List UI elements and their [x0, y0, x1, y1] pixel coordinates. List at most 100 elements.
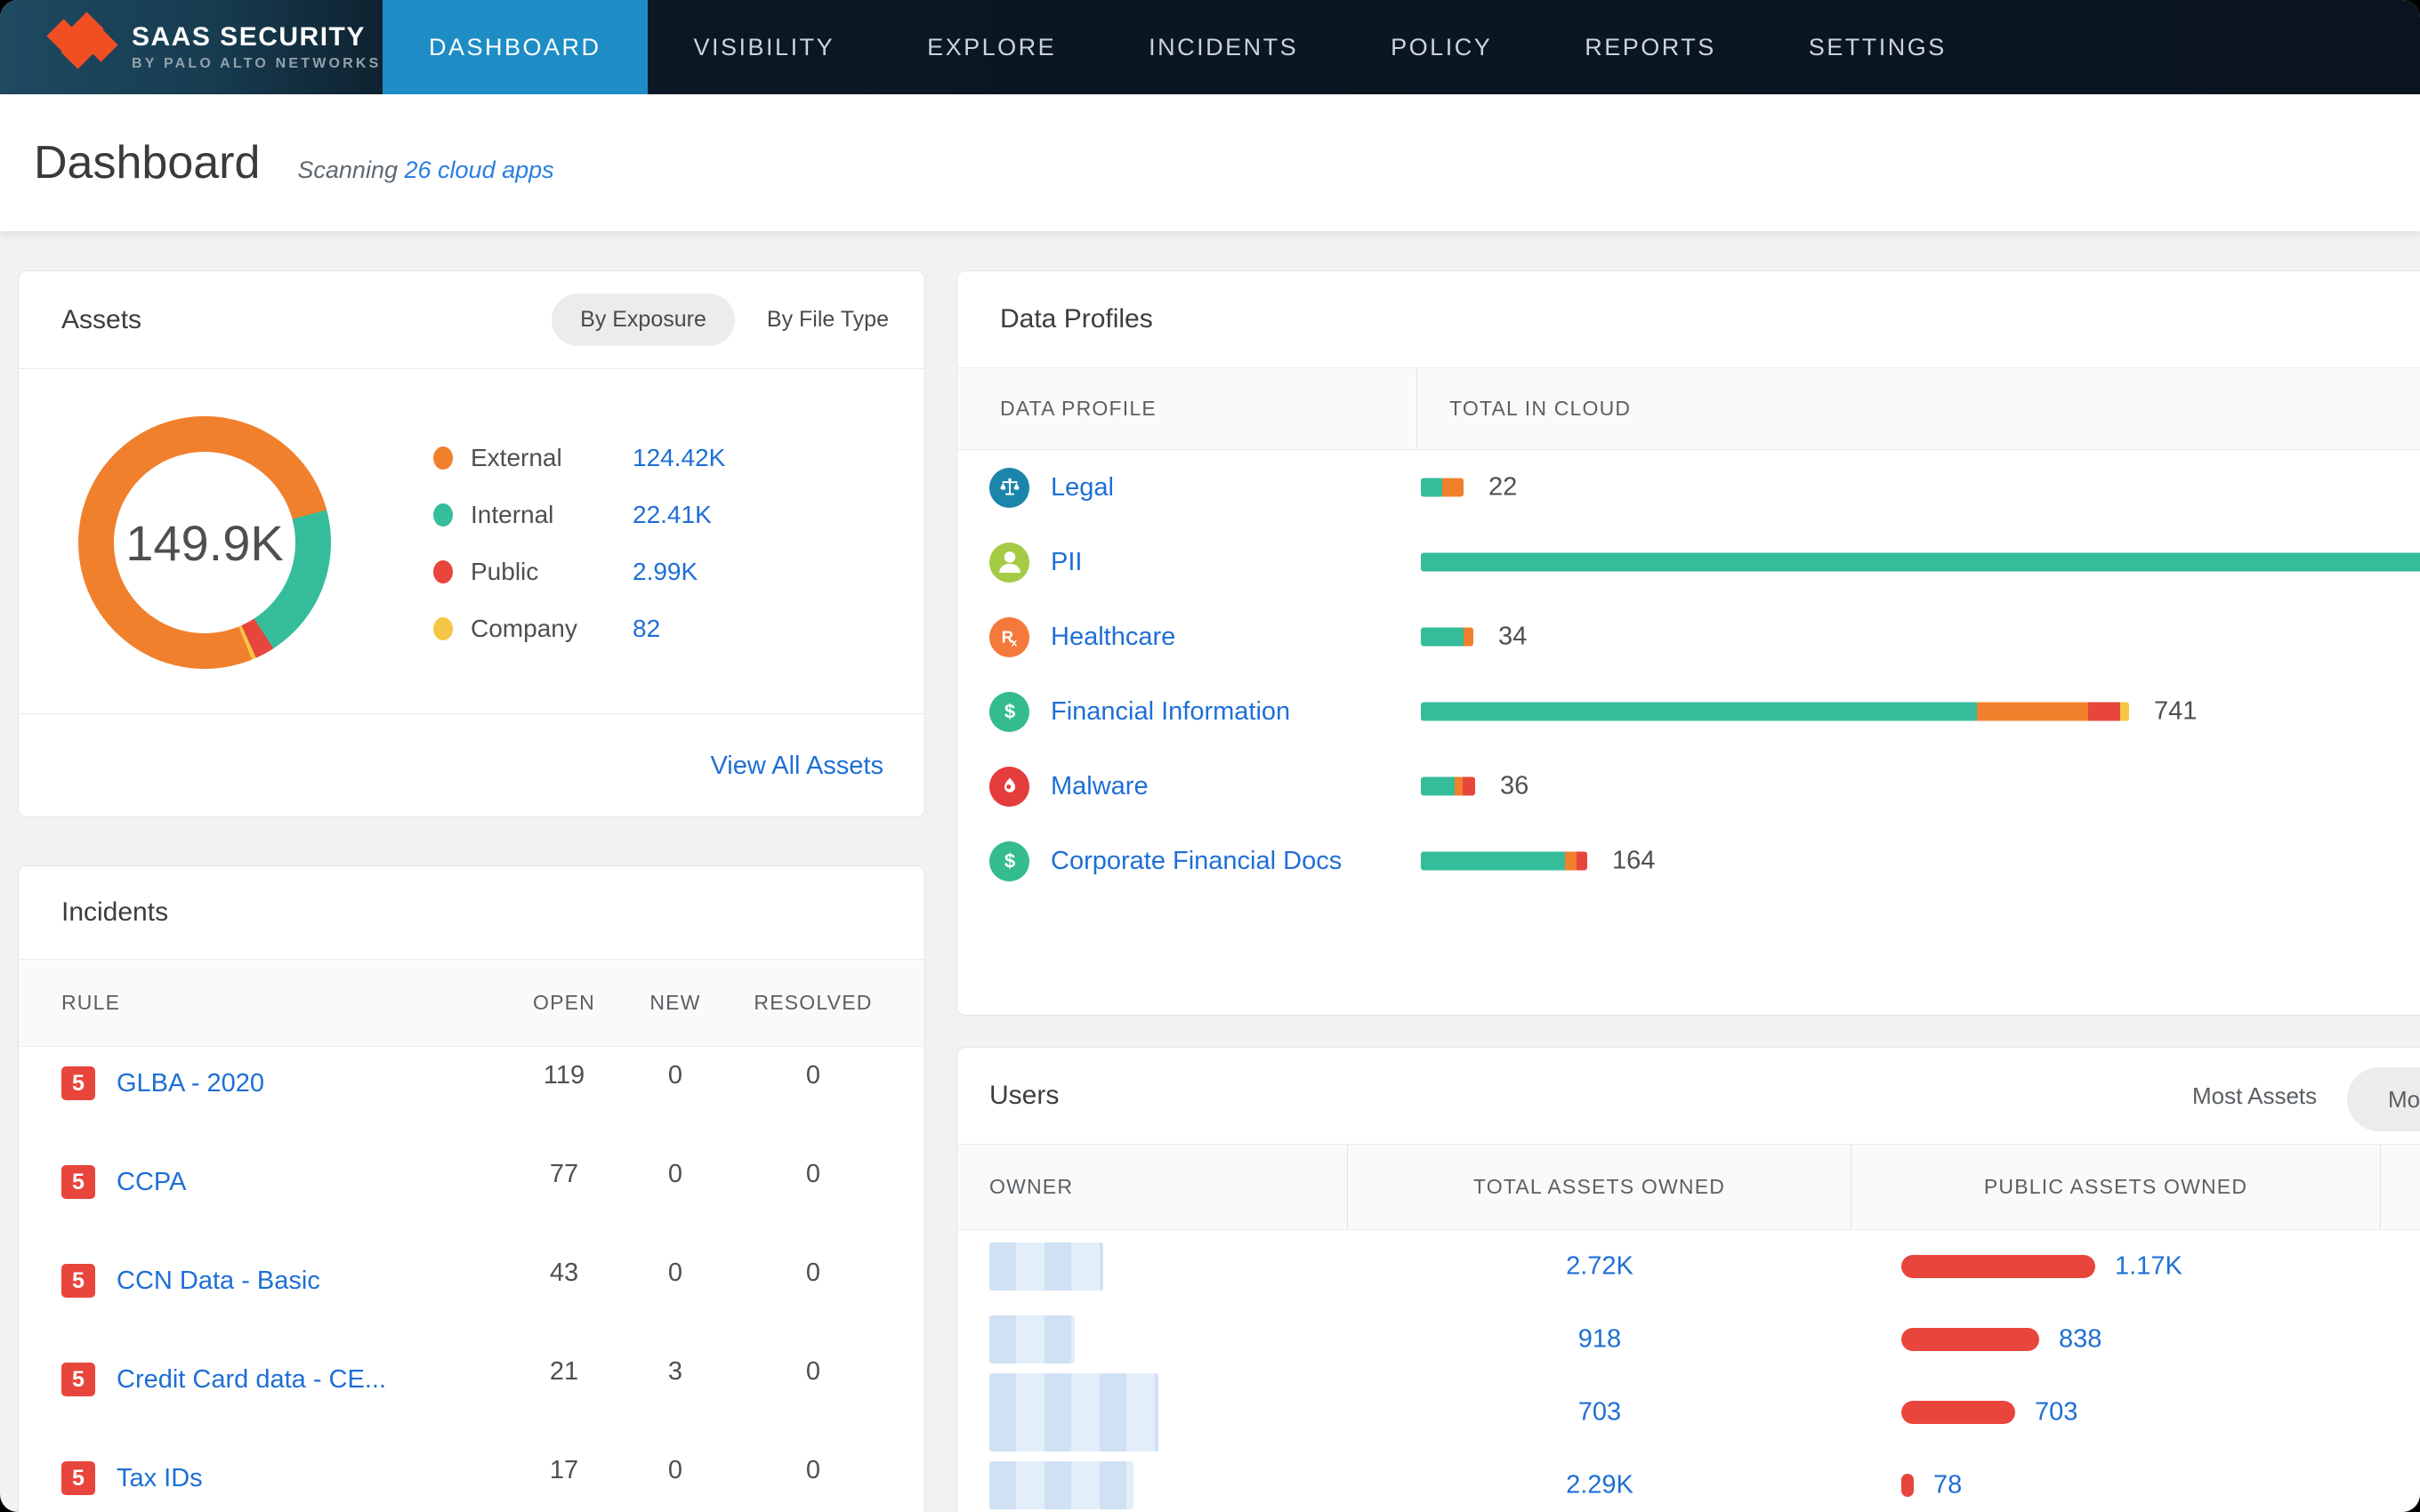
owner-name-blurred	[989, 1243, 1103, 1291]
incidents-table-header: RULE OPEN NEW RESOLVED	[19, 959, 924, 1047]
incident-rule-link[interactable]: CCN Data - Basic	[117, 1267, 320, 1296]
toggle-by-file-type[interactable]: By File Type	[767, 307, 889, 333]
page-header: Dashboard Scanning 26 cloud apps	[0, 94, 2420, 231]
view-all-assets-link[interactable]: View All Assets	[710, 752, 883, 781]
scanning-status: Scanning 26 cloud apps	[297, 157, 553, 184]
data-profile-link[interactable]: Legal	[1051, 473, 1114, 503]
resolved-count: 0	[733, 1160, 893, 1189]
tab-explore[interactable]: EXPLORE	[881, 0, 1102, 94]
total-in-cloud-value: 34	[1498, 623, 1527, 652]
toggle-by-exposure[interactable]: By Exposure	[552, 294, 735, 346]
data-profile-link[interactable]: PII	[1051, 548, 1082, 577]
orange-bar-segment	[1464, 628, 1473, 647]
teal-bar-segment	[1421, 777, 1455, 796]
incident-rule-link[interactable]: Credit Card data - CE...	[117, 1365, 386, 1395]
new-count: 0	[617, 1160, 733, 1189]
col-new: NEW	[617, 991, 733, 1015]
assets-title: Assets	[61, 305, 141, 335]
public-assets-bar	[1901, 1474, 1914, 1497]
incident-row: 5Tax IDs1700	[19, 1442, 924, 1512]
open-count: 43	[511, 1259, 617, 1288]
data-profile-row: Malware 36	[957, 749, 2420, 824]
total-assets-owned-link[interactable]: 703	[1348, 1398, 1851, 1428]
total-assets-owned-link[interactable]: 918	[1348, 1325, 1851, 1355]
col-total-assets-owned: TOTAL ASSETS OWNED	[1348, 1145, 1851, 1229]
owner-name-blurred	[989, 1315, 1075, 1363]
severity-badge: 5	[61, 1066, 95, 1100]
legend-value-link[interactable]: 22.41K	[633, 501, 712, 529]
data-profile-row: PII	[957, 525, 2420, 599]
total-in-cloud-value: 36	[1500, 772, 1529, 801]
yellow-dot-icon	[433, 617, 453, 640]
sort-most-assets[interactable]: Most Assets	[2192, 1082, 2317, 1110]
data-profile-link[interactable]: Financial Information	[1051, 697, 1290, 727]
incident-rule-link[interactable]: CCPA	[117, 1168, 186, 1197]
teal-bar-segment	[1421, 553, 2420, 572]
new-count: 0	[617, 1456, 733, 1485]
user-row: 703 703	[957, 1376, 2420, 1449]
col-owner: OWNER	[957, 1145, 1348, 1229]
data-profile-link[interactable]: Malware	[1051, 772, 1149, 801]
teal-bar-segment	[1421, 479, 1442, 497]
resolved-count: 0	[733, 1357, 893, 1387]
col-total-in-cloud: TOTAL IN CLOUD	[1417, 368, 1631, 449]
scanning-label: Scanning	[297, 157, 398, 183]
tab-visibility[interactable]: VISIBILITY	[648, 0, 882, 94]
orange-bar-segment	[1455, 777, 1463, 796]
public-assets-bar	[1901, 1328, 2039, 1351]
rule-cell: 5 Tax IDs	[61, 1461, 511, 1495]
incident-rule-link[interactable]: GLBA - 2020	[117, 1069, 264, 1098]
total-in-cloud-value: 164	[1612, 847, 1655, 876]
public-assets-owned-link[interactable]: 1.17K	[2115, 1252, 2182, 1282]
legend-value-link[interactable]: 82	[633, 615, 660, 643]
total-in-cloud-bar	[1421, 852, 1587, 871]
owner-name-blurred	[989, 1373, 1158, 1452]
red-dot-icon	[433, 560, 453, 583]
legend-value-link[interactable]: 124.42K	[633, 444, 725, 472]
total-in-cloud-bar	[1421, 553, 2420, 572]
cloud-apps-link[interactable]: 26 cloud apps	[405, 157, 554, 183]
new-count: 0	[617, 1259, 733, 1288]
teal-dot-icon	[433, 503, 453, 527]
svg-text:x: x	[1011, 638, 1017, 649]
new-count: 3	[617, 1357, 733, 1387]
tab-reports[interactable]: REPORTS	[1538, 0, 1763, 94]
user-row: 2.72K 1.17K	[957, 1230, 2420, 1303]
data-profile-row: Legal22	[957, 450, 2420, 525]
owner-name-blurred	[989, 1461, 1133, 1509]
total-assets-owned-link[interactable]: 2.72K	[1348, 1252, 1851, 1282]
col-data-profile: DATA PROFILE	[957, 368, 1417, 449]
data-profiles-card: Data Profiles DATA PROFILE TOTAL IN CLOU…	[956, 270, 2420, 1016]
tab-incidents[interactable]: INCIDENTS	[1102, 0, 1344, 94]
assets-total: 149.9K	[78, 416, 331, 669]
data-profiles-title: Data Profiles	[1000, 304, 1153, 334]
incident-row: 5GLBA - 202011900	[19, 1047, 924, 1146]
tab-dashboard[interactable]: DASHBOARD	[383, 0, 648, 94]
public-assets-owned-link[interactable]: 78	[1933, 1471, 1962, 1500]
top-nav: SAAS SECURITY BY PALO ALTO NETWORKS DASH…	[0, 0, 2420, 94]
public-assets-owned-link[interactable]: 838	[2059, 1325, 2101, 1355]
public-assets-owned-link[interactable]: 703	[2035, 1398, 2077, 1428]
orange-bar-segment	[1565, 852, 1577, 871]
severity-badge: 5	[61, 1461, 95, 1495]
total-assets-owned-link[interactable]: 2.29K	[1348, 1471, 1851, 1500]
col-resolved: RESOLVED	[733, 991, 893, 1015]
tab-settings[interactable]: SETTINGS	[1763, 0, 1993, 94]
orange-bar-segment	[1442, 479, 1464, 497]
page-title: Dashboard	[34, 136, 260, 189]
data-profile-link[interactable]: Healthcare	[1051, 623, 1175, 652]
data-profile-row: $Corporate Financial Docs164	[957, 824, 2420, 898]
data-profile-link[interactable]: Corporate Financial Docs	[1051, 847, 1342, 876]
tab-policy[interactable]: POLICY	[1344, 0, 1538, 94]
sort-dropdown[interactable]: Most	[2347, 1067, 2420, 1131]
user-row: 918 838	[957, 1303, 2420, 1376]
nav-tabs: DASHBOARDVISIBILITYEXPLOREINCIDENTSPOLIC…	[383, 0, 2420, 94]
scales-icon	[989, 468, 1029, 508]
incident-rule-link[interactable]: Tax IDs	[117, 1464, 203, 1493]
severity-badge: 5	[61, 1264, 95, 1298]
rx-icon: Rx	[989, 617, 1029, 657]
legend-value-link[interactable]: 2.99K	[633, 558, 698, 586]
users-title: Users	[989, 1081, 1059, 1111]
brand-subtitle: BY PALO ALTO NETWORKS	[132, 56, 382, 72]
legend-label: External	[471, 444, 633, 472]
